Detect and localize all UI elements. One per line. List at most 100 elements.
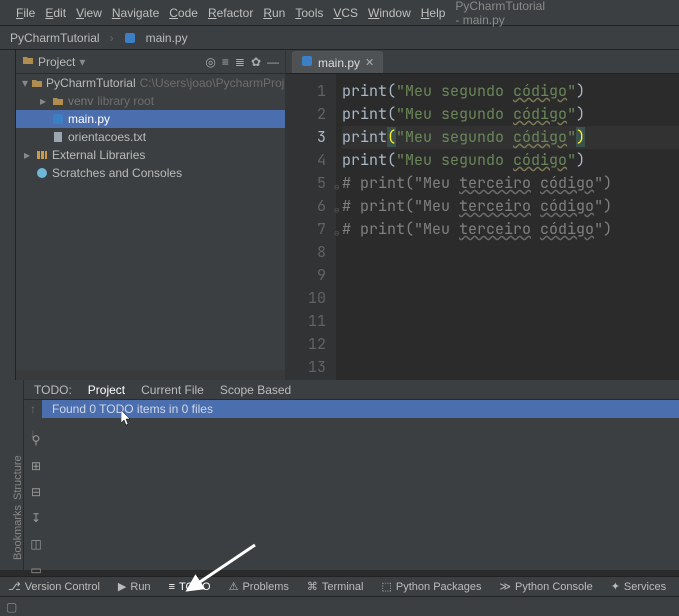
tree-twistie[interactable]: ▾ [22, 76, 28, 90]
bottom-todo[interactable]: ≡TODO [169, 581, 211, 593]
expand-icon[interactable]: ⊞ [28, 458, 44, 474]
code-line[interactable]: print("Meu segundo código") [342, 103, 679, 126]
tool-windows-icon[interactable]: ▢ [6, 600, 17, 614]
line-number[interactable]: 13 [286, 356, 326, 379]
bottom-services[interactable]: ✦Services [611, 580, 666, 593]
code-line[interactable] [342, 264, 679, 287]
arrow-up-icon[interactable]: ↑ [30, 402, 36, 416]
lib-icon [35, 148, 49, 162]
code-line[interactable] [342, 356, 679, 379]
code-line[interactable] [342, 310, 679, 333]
hide-icon[interactable]: — [267, 55, 279, 69]
menu-navigate[interactable]: Navigate [112, 6, 159, 20]
close-icon[interactable]: ✕ [365, 56, 374, 69]
code-line[interactable]: ⊖# print("Meu terceiro código") [342, 172, 679, 195]
project-tool-header: Project ▾ ◎ ≡ ≣ ✿ — [16, 50, 285, 74]
code-line[interactable] [342, 287, 679, 310]
breadcrumb-sep: › [110, 31, 114, 45]
line-number[interactable]: 2 [286, 103, 326, 126]
project-scrollbar[interactable] [16, 370, 285, 380]
editor-tab-main[interactable]: main.py ✕ [292, 51, 383, 73]
breadcrumb-file[interactable]: main.py [146, 31, 188, 45]
tree-twistie[interactable]: ▸ [38, 94, 48, 108]
tree-row[interactable]: Scratches and Consoles [16, 164, 285, 182]
autoscroll-icon[interactable]: ↧ [28, 510, 44, 526]
line-number[interactable]: 8 [286, 241, 326, 264]
python-icon [301, 55, 313, 70]
code-line[interactable]: print("Meu segundo código") [342, 149, 679, 172]
menu-vcs[interactable]: VCS [333, 6, 358, 20]
editor-tab-label: main.py [318, 56, 360, 70]
line-number[interactable]: 1 [286, 80, 326, 103]
collapse-icon[interactable]: ⊟ [28, 484, 44, 500]
code-line[interactable] [342, 333, 679, 356]
collapse-all-icon[interactable]: ≣ [235, 55, 245, 69]
code-line[interactable]: ⊖# print("Meu terceiro código") [342, 195, 679, 218]
bottom-toolbar: ⎇Version Control ▶Run ≡TODO ⚠Problems ⌘Termi… [0, 576, 679, 596]
gear-icon[interactable]: ✿ [251, 55, 261, 69]
todo-message[interactable]: Found 0 TODO items in 0 files [42, 400, 679, 418]
line-number[interactable]: 3 [286, 126, 326, 149]
code-line[interactable] [342, 241, 679, 264]
bottom-terminal[interactable]: ⌘Terminal [307, 580, 364, 593]
line-number[interactable]: 6 [286, 195, 326, 218]
code-line[interactable]: print("Meu segundo código") [342, 126, 679, 149]
menu-edit[interactable]: Edit [45, 6, 66, 20]
todo-tab-current-file[interactable]: Current File [141, 383, 204, 397]
menu-file[interactable]: File [16, 6, 35, 20]
left-gutter [0, 50, 16, 380]
bottom-item-label: TODO [179, 581, 211, 593]
tree-row[interactable]: ▾PyCharmTutorial C:\Users\joao\PycharmPr… [16, 74, 285, 92]
python-icon [51, 112, 65, 126]
expand-all-icon[interactable]: ≡ [222, 55, 229, 69]
window-title: PyCharmTutorial - main.py [455, 0, 545, 27]
tree-row[interactable]: orientacoes.txt [16, 128, 285, 146]
menu-code[interactable]: Code [169, 6, 198, 20]
menu-view[interactable]: View [76, 6, 102, 20]
bottom-item-label: Problems [242, 581, 288, 593]
line-number[interactable]: 10 [286, 287, 326, 310]
python-icon [124, 32, 136, 44]
text-icon [51, 130, 65, 144]
menu-help[interactable]: Help [421, 6, 446, 20]
group-icon[interactable]: ◫ [28, 536, 44, 552]
chevron-down-icon[interactable]: ▾ [79, 55, 85, 69]
bottom-run[interactable]: ▶Run [118, 580, 151, 593]
line-number[interactable]: 7 [286, 218, 326, 241]
left-tool-labels-2: Structure [12, 455, 24, 500]
todo-tab-scope-based[interactable]: Scope Based [220, 383, 291, 397]
line-number[interactable]: 11 [286, 310, 326, 333]
line-number[interactable]: 5 [286, 172, 326, 195]
code-line[interactable]: print("Meu segundo código") [342, 80, 679, 103]
bookmarks-label[interactable]: Bookmarks [12, 505, 24, 560]
tree-row[interactable]: ▸venv library root [16, 92, 285, 110]
menu-tools[interactable]: Tools [295, 6, 323, 20]
line-number[interactable]: 12 [286, 333, 326, 356]
todo-tab-project[interactable]: Project [88, 383, 125, 397]
folder-icon [31, 76, 43, 90]
bottom-problems[interactable]: ⚠Problems [229, 580, 289, 593]
bottom-python-packages[interactable]: ⬚Python Packages [381, 580, 481, 593]
line-number[interactable]: 4 [286, 149, 326, 172]
menu-refactor[interactable]: Refactor [208, 6, 253, 20]
gutter[interactable]: 12345678910111213 [286, 74, 336, 380]
filter-icon[interactable]: ⚲ [28, 432, 44, 448]
breadcrumb-project[interactable]: PyCharmTutorial [10, 31, 100, 45]
code-line[interactable]: ⊖# print("Meu terceiro código") [342, 218, 679, 241]
tree-row[interactable]: main.py [16, 110, 285, 128]
code-area[interactable]: print("Meu segundo código")print("Meu se… [336, 74, 679, 380]
editor-body[interactable]: 12345678910111213 print("Meu segundo cód… [286, 74, 679, 380]
menu-run[interactable]: Run [263, 6, 285, 20]
locate-icon[interactable]: ◎ [205, 55, 215, 69]
bottom-item-label: Run [130, 581, 150, 593]
scratch-icon [35, 166, 49, 180]
line-number[interactable]: 9 [286, 264, 326, 287]
structure-label[interactable]: Structure [12, 455, 24, 500]
menu-window[interactable]: Window [368, 6, 411, 20]
tree-row[interactable]: ▸External Libraries [16, 146, 285, 164]
bottom-version-control[interactable]: ⎇Version Control [8, 580, 100, 593]
project-tree[interactable]: ▾PyCharmTutorial C:\Users\joao\PycharmPr… [16, 74, 285, 370]
bottom-python-console[interactable]: ≫Python Console [500, 580, 593, 593]
project-tool-label[interactable]: Project [38, 55, 75, 69]
tree-twistie[interactable]: ▸ [22, 148, 32, 162]
